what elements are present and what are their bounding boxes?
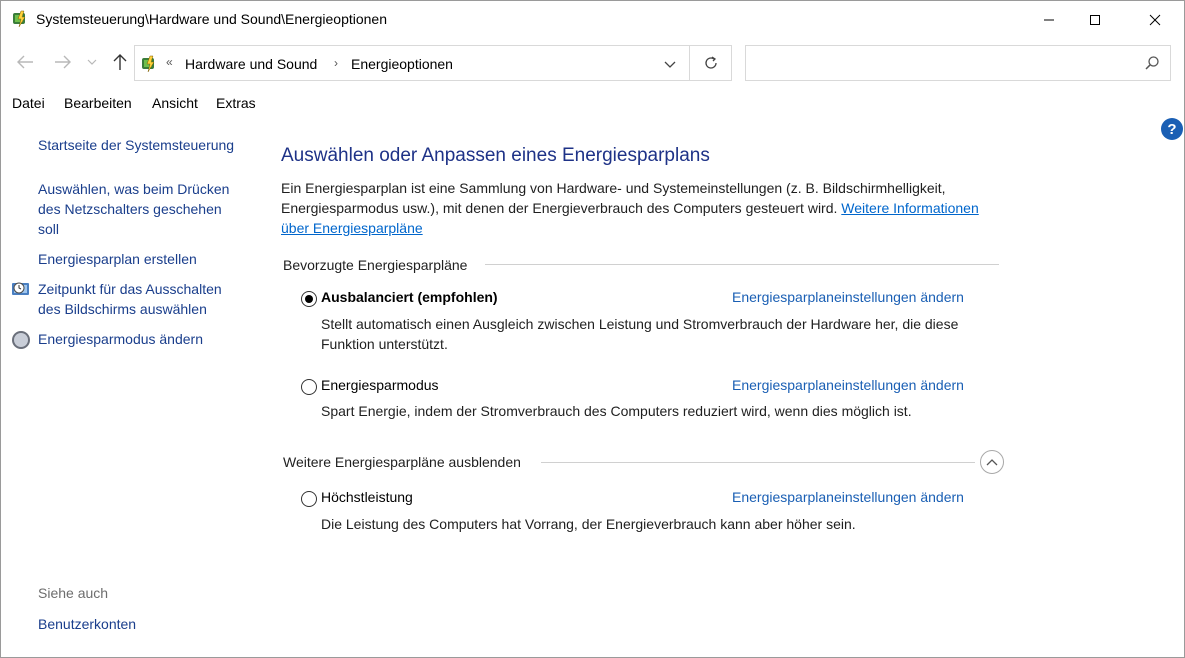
hide-more-plans-heading[interactable]: Weitere Energiesparpläne ausblenden <box>283 454 521 470</box>
refresh-button[interactable] <box>690 45 732 81</box>
menu-datei[interactable]: Datei <box>12 95 45 111</box>
plan-radio-power-saver[interactable] <box>301 379 317 395</box>
search-input[interactable] <box>745 45 1171 81</box>
plan-settings-link-power-saver[interactable]: Energiesparplaneinstellungen ändern <box>732 377 964 393</box>
address-overflow-chevrons[interactable]: « <box>166 55 173 69</box>
section-divider <box>485 264 999 265</box>
plan-radio-balanced[interactable] <box>301 291 317 307</box>
see-also-heading: Siehe auch <box>38 585 109 601</box>
up-button[interactable] <box>109 51 131 73</box>
plan-description-high-performance: Die Leistung des Computers hat Vorrang, … <box>321 516 856 532</box>
sidebar-link-power-button-action[interactable]: Auswählen, was beim Drücken des Netzscha… <box>38 179 229 239</box>
breadcrumb-energieoptionen[interactable]: Energieoptionen <box>351 56 453 72</box>
menu-bearbeiten[interactable]: Bearbeiten <box>64 95 132 111</box>
breadcrumb-hardware-und-sound[interactable]: Hardware und Sound <box>185 56 317 72</box>
address-bar[interactable]: « Hardware und Sound › Energieoptionen <box>134 45 690 81</box>
sleep-moon-icon <box>11 330 31 350</box>
plan-name-power-saver[interactable]: Energiesparmodus <box>321 377 439 393</box>
breadcrumb-separator[interactable]: › <box>334 56 338 70</box>
minimize-button[interactable] <box>1026 1 1072 39</box>
power-options-icon <box>11 10 29 28</box>
preferred-plans-heading: Bevorzugte Energiesparpläne <box>283 257 468 273</box>
search-icon <box>1144 55 1160 71</box>
sidebar-link-sleep-settings[interactable]: Energiesparmodus ändern <box>38 329 203 349</box>
maximize-button[interactable] <box>1072 1 1118 39</box>
address-history-chevron-down-icon[interactable] <box>660 54 680 74</box>
menu-ansicht[interactable]: Ansicht <box>152 95 198 111</box>
sidebar-link-create-plan[interactable]: Energiesparplan erstellen <box>38 249 197 269</box>
plan-description-balanced: Stellt automatisch einen Ausgleich zwisc… <box>321 316 959 352</box>
plan-radio-high-performance[interactable] <box>301 491 317 507</box>
back-button[interactable] <box>14 51 36 73</box>
plan-name-high-performance[interactable]: Höchstleistung <box>321 489 413 505</box>
refresh-icon <box>704 56 717 69</box>
menu-bar: Datei Bearbeiten Ansicht Extras <box>1 93 601 115</box>
title-bar: Systemsteuerung\Hardware und Sound\Energ… <box>1 1 1184 39</box>
display-timeout-clock-icon <box>11 279 31 299</box>
plan-settings-link-high-performance[interactable]: Energiesparplaneinstellungen ändern <box>732 489 964 505</box>
plan-description-power-saver: Spart Energie, indem der Stromverbrauch … <box>321 403 912 419</box>
sidebar-link-display-off-time[interactable]: Zeitpunkt für das Ausschalten des Bildsc… <box>38 279 222 319</box>
forward-button[interactable] <box>52 51 74 73</box>
control-panel-window: Systemsteuerung\Hardware und Sound\Energ… <box>0 0 1185 658</box>
page-title: Auswählen oder Anpassen eines Energiespa… <box>281 145 710 166</box>
recent-locations-chevron-down-icon[interactable] <box>85 51 99 73</box>
section-divider <box>541 462 975 463</box>
power-options-icon <box>140 55 158 73</box>
navigation-bar: « Hardware und Sound › Energieoptionen <box>1 43 1184 83</box>
plan-settings-link-balanced[interactable]: Energiesparplaneinstellungen ändern <box>732 289 964 305</box>
collapse-chevron-up-icon[interactable] <box>980 450 1004 474</box>
close-button[interactable] <box>1132 1 1178 39</box>
see-also-link-user-accounts[interactable]: Benutzerkonten <box>38 614 136 634</box>
plan-name-balanced[interactable]: Ausbalanciert (empfohlen) <box>321 289 498 305</box>
window-title: Systemsteuerung\Hardware und Sound\Energ… <box>36 11 388 27</box>
menu-extras[interactable]: Extras <box>216 95 256 111</box>
page-description: Ein Energiesparplan ist eine Sammlung vo… <box>281 178 1001 238</box>
sidebar-link-control-panel-home[interactable]: Startseite der Systemsteuerung <box>38 135 234 155</box>
help-button[interactable]: ? <box>1161 118 1183 140</box>
